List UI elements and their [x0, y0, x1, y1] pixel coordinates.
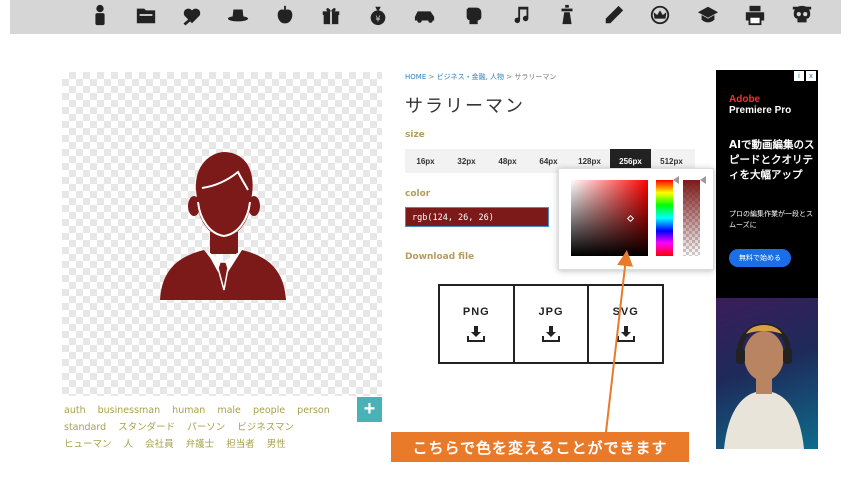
annotation-callout: こちらで色を変えることができます: [391, 432, 689, 462]
format-label: PNG: [462, 306, 490, 318]
breadcrumb-separator: >: [428, 73, 435, 81]
ad-headline: AIで動画編集のスピードとクオリティを大幅アップ: [729, 139, 815, 181]
size-label: size: [405, 130, 425, 140]
size-option-48[interactable]: 48px: [487, 149, 528, 173]
ad-brand-line1: Adobe: [729, 94, 761, 105]
ad-cta-button[interactable]: 無料で始める: [729, 249, 791, 267]
tag-link[interactable]: スタンダード: [118, 422, 175, 433]
tag-link[interactable]: 会社員: [145, 439, 174, 450]
tag-link[interactable]: businessman: [98, 405, 161, 416]
size-option-32[interactable]: 32px: [446, 149, 487, 173]
ad-brand: Adobe Premiere Pro: [729, 94, 791, 116]
person-with-headphones-image: [724, 323, 804, 449]
svg-text:¥: ¥: [375, 13, 380, 23]
tag-link[interactable]: パーソン: [187, 422, 225, 433]
color-picker-popup: [558, 168, 714, 270]
color-input[interactable]: rgb(124, 26, 26): [405, 207, 549, 227]
gift-icon[interactable]: [319, 3, 343, 27]
category-nav-bar: ¥: [10, 0, 841, 34]
businessman-icon: [160, 152, 286, 300]
boxing-glove-icon[interactable]: [462, 3, 486, 27]
folder-icon[interactable]: [134, 3, 158, 27]
download-icon: [542, 326, 560, 342]
saturation-value-area[interactable]: [571, 180, 648, 256]
download-jpg-button[interactable]: JPG: [515, 286, 590, 362]
apple-icon[interactable]: [273, 3, 297, 27]
tag-link[interactable]: ヒューマン: [64, 439, 112, 450]
format-label: JPG: [538, 306, 564, 318]
ad-close-icon[interactable]: x: [806, 71, 816, 81]
tag-link[interactable]: 人: [124, 439, 134, 450]
download-svg-button[interactable]: SVG: [589, 286, 662, 362]
add-button[interactable]: +: [357, 397, 382, 422]
printer-icon[interactable]: [743, 3, 767, 27]
tag-link[interactable]: ビジネスマン: [237, 422, 294, 433]
skull-icon[interactable]: [790, 3, 814, 27]
advertisement[interactable]: i x Adobe Premiere Pro AIで動画編集のスピードとクオリテ…: [716, 70, 818, 449]
tag-link[interactable]: 担当者: [226, 439, 255, 450]
format-label: SVG: [612, 306, 639, 318]
person-icon[interactable]: [88, 3, 112, 27]
ad-photo: [716, 298, 818, 449]
tag-link[interactable]: male: [217, 405, 241, 416]
ad-subtext: プロの編集作業が一段とスムーズに: [729, 210, 813, 229]
breadcrumb-separator: >: [506, 73, 513, 81]
crown-icon[interactable]: [648, 3, 672, 27]
download-png-button[interactable]: PNG: [440, 286, 515, 362]
alpha-handle-icon[interactable]: [700, 176, 706, 184]
graduation-cap-icon[interactable]: [696, 3, 720, 27]
tag-list: auth businessman human male people perso…: [64, 402, 354, 453]
car-icon[interactable]: [413, 3, 437, 27]
tag-link[interactable]: 弁護士: [186, 439, 215, 450]
tag-link[interactable]: 男性: [267, 439, 286, 450]
tag-link[interactable]: standard: [64, 422, 106, 433]
hue-slider[interactable]: [656, 180, 673, 256]
download-label: Download file: [405, 252, 475, 262]
pencil-icon[interactable]: [602, 3, 626, 27]
download-options: PNG JPG SVG: [438, 284, 664, 364]
tag-link[interactable]: people: [253, 405, 285, 416]
breadcrumb-category[interactable]: ビジネス・金融, 人物: [437, 73, 504, 81]
breadcrumb-home[interactable]: HOME: [405, 73, 426, 81]
ad-info-icon[interactable]: i: [794, 71, 804, 81]
page-title: サラリーマン: [405, 96, 525, 117]
download-icon: [467, 326, 486, 342]
hue-handle-icon[interactable]: [673, 176, 679, 184]
color-label: color: [405, 189, 431, 199]
hat-icon[interactable]: [226, 3, 250, 27]
download-icon: [616, 326, 635, 342]
alpha-slider[interactable]: [683, 180, 700, 256]
ad-badges: i x: [794, 71, 816, 81]
tag-link[interactable]: person: [297, 405, 330, 416]
money-bag-icon[interactable]: ¥: [366, 3, 390, 27]
breadcrumb-current: サラリーマン: [514, 73, 557, 81]
icon-preview-canvas: [62, 72, 382, 396]
color-picker-marker[interactable]: [626, 214, 635, 223]
size-option-16[interactable]: 16px: [405, 149, 446, 173]
tag-link[interactable]: auth: [64, 405, 86, 416]
music-note-icon[interactable]: [509, 3, 533, 27]
medical-icon[interactable]: [180, 3, 204, 27]
breadcrumb: HOME > ビジネス・金融, 人物 > サラリーマン: [405, 72, 556, 82]
lighthouse-icon[interactable]: [555, 3, 579, 27]
tag-link[interactable]: human: [172, 405, 205, 416]
ad-brand-line2: Premiere Pro: [729, 105, 792, 116]
